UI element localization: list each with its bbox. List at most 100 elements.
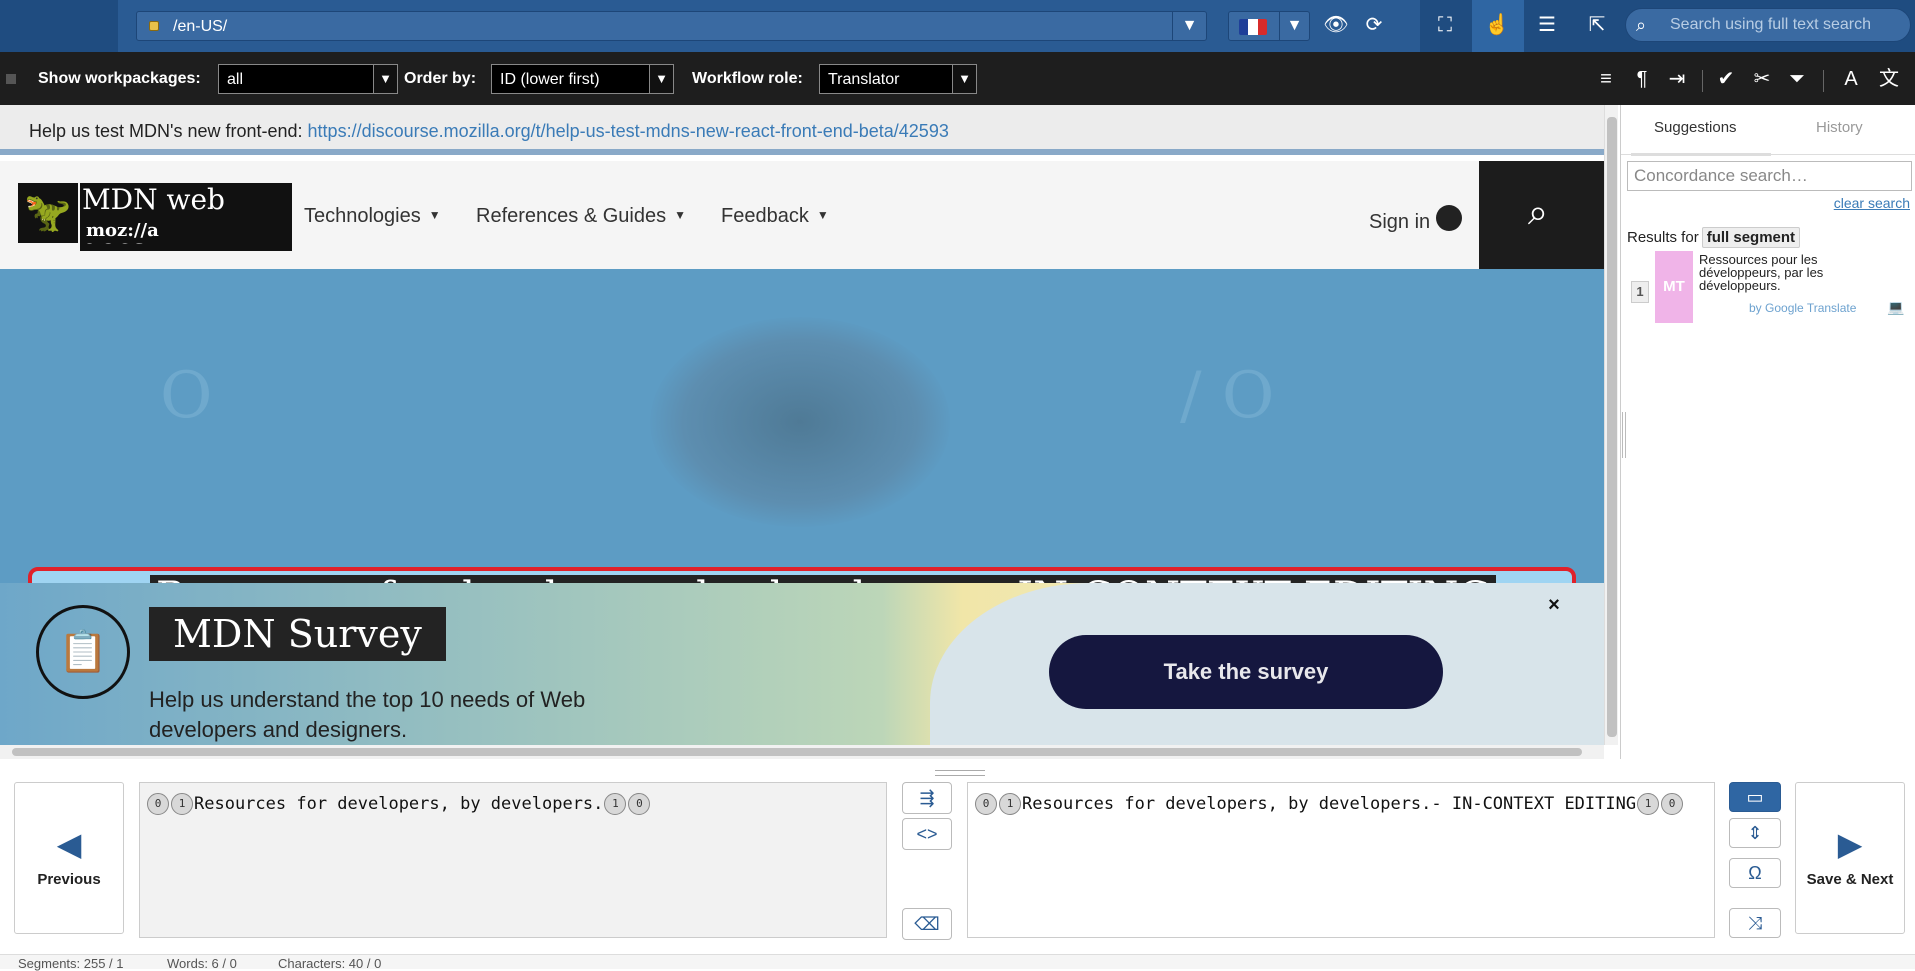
survey-description: Help us understand the top 10 needs of W… — [149, 687, 586, 742]
align-right-icon[interactable]: ≡ — [1593, 66, 1619, 92]
save-next-button[interactable]: ▶ Save & Next — [1795, 782, 1905, 934]
target-text: Resources for developers, by developers.… — [1022, 794, 1637, 814]
notice-link[interactable]: https://discourse.mozilla.org/t/help-us-… — [308, 121, 949, 141]
list-view-icon[interactable]: ☰ — [1534, 12, 1560, 38]
caret-down-icon: ▼ — [816, 208, 829, 222]
placeholder-tag[interactable]: 0 — [147, 793, 169, 815]
placeholder-tag[interactable]: 0 — [628, 793, 651, 815]
tab-history[interactable]: History — [1816, 119, 1863, 136]
fullscreen-icon[interactable]: ⛶ — [1432, 12, 1458, 38]
active-tab-indicator — [1631, 153, 1771, 156]
layout-toggle-button[interactable]: ▭ — [1729, 782, 1781, 812]
show-workpackages-value: all — [227, 71, 244, 88]
clear-search-link[interactable]: clear search — [1834, 195, 1910, 211]
github-icon — [1436, 205, 1463, 231]
previous-label: Previous — [37, 871, 101, 888]
horizontal-scrollbar[interactable] — [0, 745, 1604, 759]
logo-mozilla: moz://a — [80, 219, 165, 243]
translate-settings-icon[interactable]: A — [1838, 66, 1864, 92]
workflow-role-value: Translator — [828, 71, 900, 88]
page-favicon-icon — [149, 21, 159, 31]
order-by-select[interactable]: ID (lower first) ▼ — [491, 64, 674, 94]
survey-title: MDN Survey — [149, 607, 446, 661]
search-input[interactable] — [1670, 15, 1900, 35]
language-selector[interactable]: ▼ — [1228, 11, 1310, 41]
pilcrow-icon[interactable]: ¶ — [1629, 66, 1655, 92]
results-label: Results for — [1627, 229, 1699, 246]
scrollbar-thumb[interactable] — [12, 748, 1582, 756]
panel-toggle-handle[interactable] — [6, 74, 16, 84]
status-bar: Segments: 255 / 1 Words: 6 / 0 Character… — [0, 954, 1915, 971]
split-view-button[interactable]: ⇕ — [1729, 818, 1781, 848]
page-preview-frame: Help us test MDN's new front-end: https:… — [0, 105, 1604, 749]
editor-resize-handle[interactable] — [935, 770, 985, 776]
reload-icon[interactable]: ⟳ — [1361, 12, 1387, 38]
hero-decoration: / O — [1180, 359, 1275, 433]
workflow-role-select[interactable]: Translator ▼ — [819, 64, 977, 94]
scrollbar-thumb[interactable] — [1607, 117, 1617, 737]
tab-suggestions[interactable]: Suggestions — [1654, 119, 1737, 136]
target-line: 0 1 Resources for developers, by developer… — [974, 793, 1684, 815]
caret-down-icon: ▼ — [428, 208, 441, 222]
full-text-search[interactable]: ⌕ — [1625, 8, 1911, 42]
filter-icon[interactable]: ⏷ — [1784, 66, 1810, 92]
nav-feedback[interactable]: Feedback ▼ — [721, 205, 829, 228]
vertical-scrollbar[interactable] — [1604, 105, 1618, 745]
placeholder-tag[interactable]: 1 — [999, 793, 1021, 815]
sign-in-link[interactable]: Sign in — [1369, 205, 1463, 234]
next-segment-icon[interactable]: ⇥ — [1664, 66, 1690, 92]
preview-eye-icon[interactable]: 👁 — [1323, 12, 1349, 38]
nav-technologies[interactable]: Technologies ▼ — [304, 205, 441, 228]
chevron-down-icon: ▼ — [373, 65, 397, 93]
arrow-right-icon: ▶ — [1837, 826, 1863, 862]
machine-translate-icon[interactable]: 文 — [1876, 66, 1902, 92]
suggestions-panel: Suggestions History clear search Results… — [1620, 105, 1915, 759]
mdn-header: 🦖 MDN web docs moz://a Technologies▼ Ref… — [0, 161, 1604, 269]
copy-tags-button[interactable]: <> — [902, 818, 952, 850]
panel-resize-handle[interactable] — [1622, 412, 1626, 458]
scissors-icon[interactable]: ✂ — [1749, 66, 1775, 92]
toolbar-divider — [1823, 70, 1824, 92]
hero-decoration: O — [160, 359, 213, 433]
target-text-pane[interactable]: 0 1 Resources for developers, by developer… — [967, 782, 1715, 938]
nav-references-guides[interactable]: References & Guides ▼ — [476, 205, 686, 228]
mdn-search-button[interactable]: ⌕ — [1479, 161, 1604, 269]
source-text-pane: 0 1 Resources for developers, by developer… — [139, 782, 887, 938]
concordance-search-input[interactable] — [1627, 161, 1912, 191]
search-icon: ⌕ — [1636, 15, 1647, 35]
mdn-logo[interactable]: 🦖 MDN web docs moz://a — [18, 183, 292, 251]
chevron-down-icon: ▼ — [649, 65, 673, 93]
notice-text: Help us test MDN's new front-end: https:… — [29, 121, 949, 141]
dinosaur-logo-icon: 🦖 — [18, 183, 78, 243]
workpackage-toolbar: Show workpackages: all ▼ Order by: ID (l… — [0, 52, 1915, 105]
suggestion-text: Ressources pour les développeurs, par le… — [1699, 252, 1824, 293]
chevron-down-icon: ▼ — [952, 65, 976, 93]
take-survey-button[interactable]: Take the survey — [1049, 635, 1443, 709]
url-dropdown-icon[interactable]: ▼ — [1172, 12, 1206, 40]
close-icon[interactable]: × — [1544, 595, 1564, 615]
placeholder-tag[interactable]: 1 — [1637, 793, 1660, 815]
copy-source-button[interactable]: ⇶ — [902, 782, 952, 814]
check-icon[interactable]: ✔ — [1713, 66, 1739, 92]
merge-icon[interactable]: ⤨ — [1729, 908, 1781, 938]
show-workpackages-select[interactable]: all ▼ — [218, 64, 398, 94]
french-flag-icon — [1239, 19, 1267, 35]
pointer-hand-icon[interactable]: ☝ — [1484, 12, 1510, 38]
language-dropdown-icon[interactable]: ▼ — [1279, 12, 1309, 40]
special-characters-button[interactable]: Ω — [1729, 858, 1781, 888]
placeholder-tag[interactable]: 1 — [604, 793, 627, 815]
source-text: Resources for developers, by developers. — [194, 794, 604, 814]
arrow-left-icon: ◀ — [56, 826, 82, 862]
eraser-icon[interactable]: ⌫ — [902, 908, 952, 940]
external-link-icon[interactable]: ⇱ — [1584, 12, 1610, 38]
previous-button[interactable]: ◀ Previous — [14, 782, 124, 934]
suggestion-item[interactable]: 1 MT Ressources pour les développeurs, p… — [1631, 251, 1911, 325]
hero-dinosaur-illustration — [650, 317, 950, 527]
placeholder-tag[interactable]: 0 — [1661, 793, 1684, 815]
search-icon: ⌕ — [1527, 191, 1549, 232]
url-selector[interactable]: /en-US/ ▼ — [136, 11, 1207, 41]
workflow-role-label: Workflow role: — [692, 70, 803, 87]
placeholder-tag[interactable]: 1 — [171, 793, 193, 815]
placeholder-tag[interactable]: 0 — [975, 793, 997, 815]
toolbar-left-strip — [0, 0, 118, 52]
